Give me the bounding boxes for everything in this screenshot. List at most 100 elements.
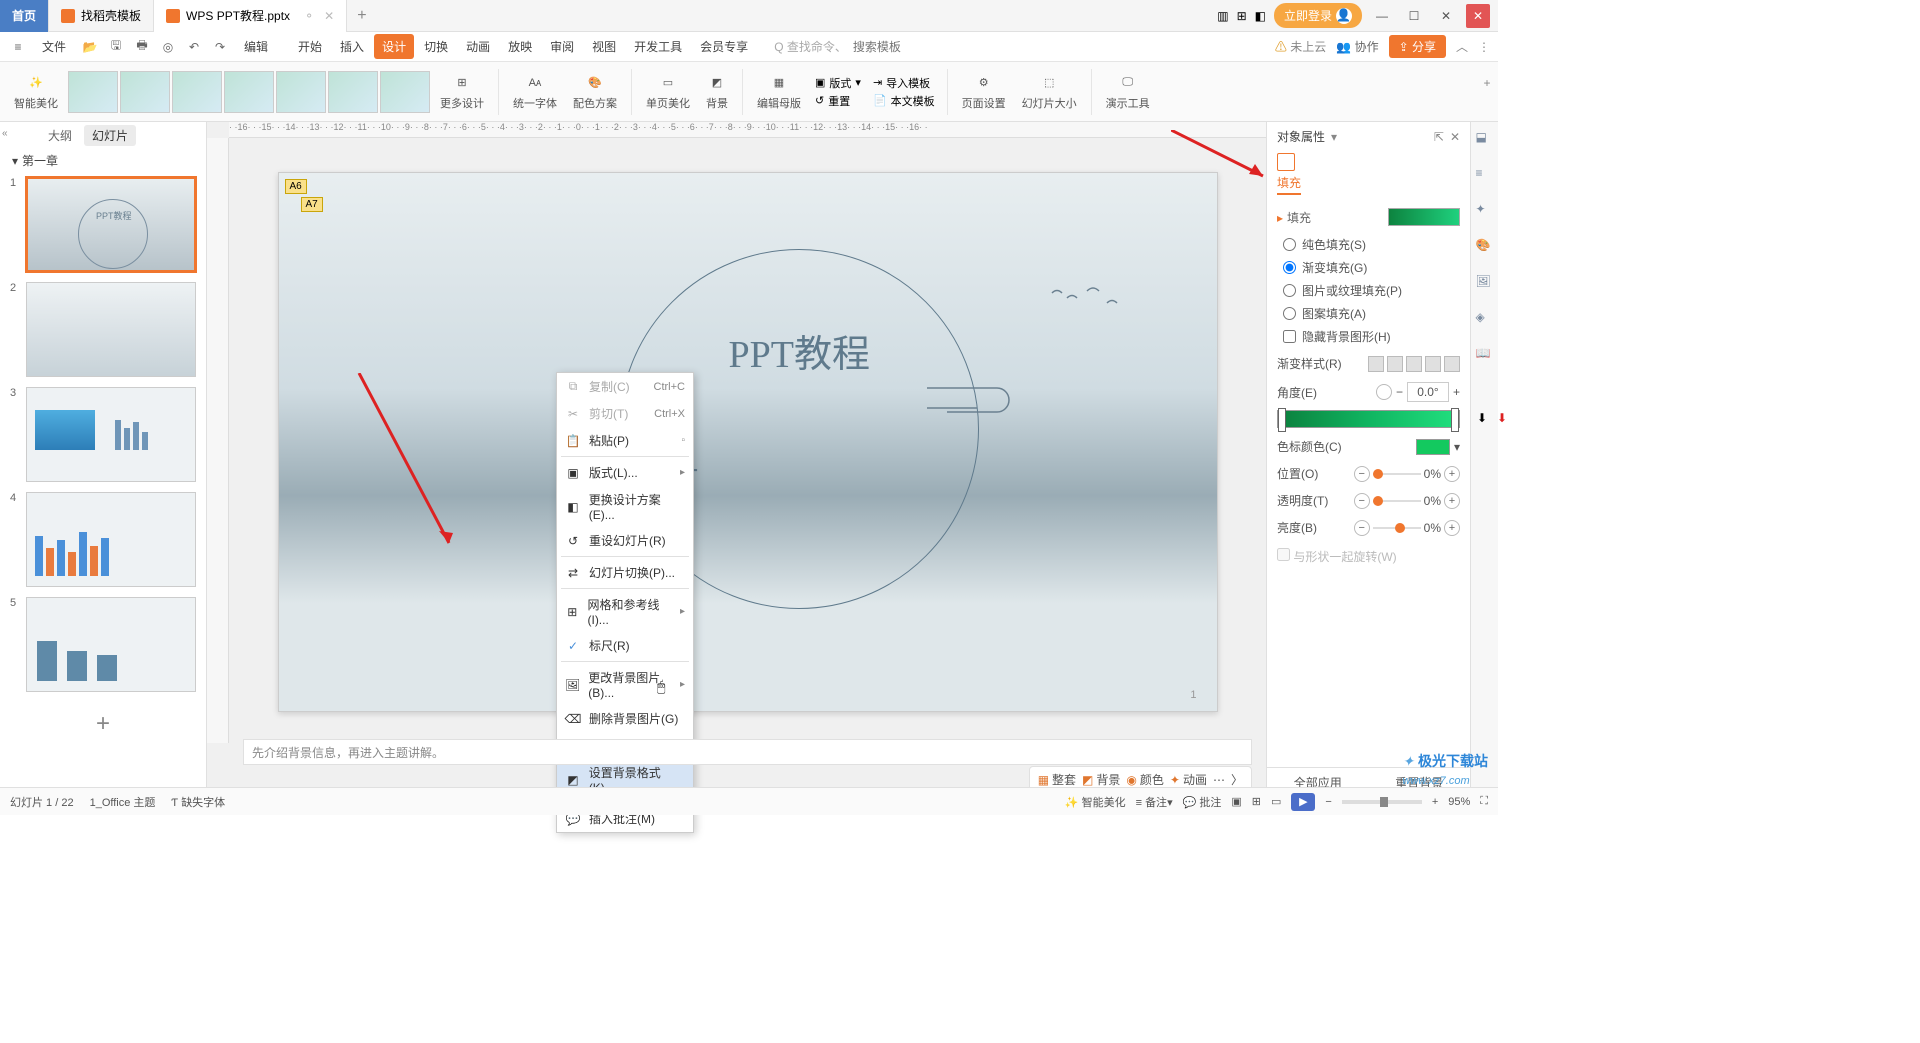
view-normal-icon[interactable]: ▣ xyxy=(1231,795,1241,808)
menu-slideshow[interactable]: 放映 xyxy=(500,34,540,59)
tab-templates[interactable]: 找稻壳模板 xyxy=(49,0,154,32)
radio-solid[interactable]: 纯色填充(S) xyxy=(1283,236,1460,253)
tab-close-icon[interactable]: ✕ xyxy=(324,9,334,23)
tab-more-icon[interactable]: ⚬ xyxy=(304,9,314,23)
tab-home[interactable]: 首页 xyxy=(0,0,49,32)
rib-color[interactable]: 🎨配色方案 xyxy=(567,71,623,113)
color-swatch[interactable] xyxy=(1416,439,1450,455)
share-button[interactable]: ⇪ 分享 xyxy=(1389,35,1446,58)
slide-thumb-1[interactable]: 1PPT教程 xyxy=(10,177,196,272)
rib-reset[interactable]: ↺重置 xyxy=(815,93,861,109)
grid-icon[interactable]: ⊞ xyxy=(1237,9,1247,23)
menu-edit[interactable]: 编辑 xyxy=(236,34,276,59)
radio-gradient[interactable]: 渐变填充(G) xyxy=(1283,259,1460,276)
tb-next[interactable]: 〉 xyxy=(1231,771,1243,788)
angle-plus[interactable]: + xyxy=(1453,385,1460,399)
fit-icon[interactable]: ⛶ xyxy=(1480,795,1488,808)
redo-icon[interactable]: ↷ xyxy=(210,37,230,57)
rib-template[interactable]: 📄本文模板 xyxy=(873,93,935,109)
fill-tab[interactable]: 填充 xyxy=(1277,174,1301,195)
tab-document[interactable]: WPS PPT教程.pptx ⚬ ✕ xyxy=(154,0,347,32)
tb-more[interactable]: ⋯ xyxy=(1213,773,1225,787)
tb-color[interactable]: ◉颜色 xyxy=(1126,771,1164,788)
rib-bg[interactable]: ◩背景 xyxy=(700,71,734,113)
zoom-in[interactable]: + xyxy=(1432,796,1438,808)
menu-icon[interactable]: ◧ xyxy=(1255,9,1266,23)
rib-ai-beautify[interactable]: ✨ 智能美化 xyxy=(8,71,64,113)
zoom-value[interactable]: 95% xyxy=(1448,796,1470,808)
command-search[interactable]: Q 查找命令、 xyxy=(774,38,973,55)
ts-slider-icon[interactable]: ≡ xyxy=(1476,166,1494,184)
missing-font[interactable]: Ƭ 缺失字体 xyxy=(171,794,225,810)
play-button[interactable]: ▶ xyxy=(1291,793,1315,811)
gradient-preview[interactable] xyxy=(1388,208,1460,226)
tb-anim[interactable]: ✦动画 xyxy=(1170,771,1207,788)
app-close-button[interactable]: ✕ xyxy=(1466,4,1490,28)
rib-layout[interactable]: ▣版式▾ xyxy=(815,75,861,91)
ctx-reset-slide[interactable]: ↺重设幻灯片(R) xyxy=(557,527,693,554)
undo-icon[interactable]: ↶ xyxy=(184,37,204,57)
ctx-copy[interactable]: ⧉复制(C)Ctrl+C xyxy=(557,373,693,400)
rib-page-setup[interactable]: ⚙页面设置 xyxy=(956,71,1012,113)
menu-view[interactable]: 视图 xyxy=(584,34,624,59)
check-hide-bg[interactable]: 隐藏背景图形(H) xyxy=(1283,328,1460,345)
rib-slide-size[interactable]: ⬚幻灯片大小 xyxy=(1016,71,1083,113)
search-input[interactable] xyxy=(853,40,973,54)
comment-tag-a6[interactable]: A6 xyxy=(285,179,307,194)
angle-dial[interactable] xyxy=(1376,384,1392,400)
collab-button[interactable]: 👥 协作 xyxy=(1336,38,1378,55)
menu-devtools[interactable]: 开发工具 xyxy=(626,34,690,59)
br-plus[interactable]: + xyxy=(1444,520,1460,536)
zoom-out[interactable]: − xyxy=(1325,796,1331,808)
op-plus[interactable]: + xyxy=(1444,493,1460,509)
sb-ai[interactable]: ✨ 智能美化 xyxy=(1065,794,1126,810)
ts-paint-icon[interactable]: 🎨 xyxy=(1476,238,1494,256)
comment-tag-a7[interactable]: A7 xyxy=(301,197,323,212)
ctx-change-design[interactable]: ◧更换设计方案(E)... xyxy=(557,486,693,527)
pin-icon[interactable]: ⇱ xyxy=(1434,130,1444,144)
rib-page[interactable]: ▭单页美化 xyxy=(640,71,696,113)
zoom-slider[interactable] xyxy=(1342,800,1422,804)
ctx-cut[interactable]: ✂剪切(T)Ctrl+X xyxy=(557,400,693,427)
cloud-status[interactable]: ⚠ 未上云 xyxy=(1275,38,1326,55)
minimize-button[interactable]: — xyxy=(1370,4,1394,28)
ts-ai-icon[interactable]: ✦ xyxy=(1476,202,1494,220)
ctx-paste[interactable]: 📋粘贴(P)▫ xyxy=(557,427,693,454)
ribbon-menu[interactable]: ⋮ xyxy=(1478,40,1490,54)
template-thumbnails[interactable] xyxy=(68,71,430,113)
sb-comments[interactable]: 💬 批注 xyxy=(1183,794,1222,810)
ctx-change-bg[interactable]: 🖼更改背景图片(B)...▸ xyxy=(557,664,693,705)
slides-tab[interactable]: 幻灯片 xyxy=(84,125,136,146)
slide-thumb-3[interactable]: 3 xyxy=(10,387,196,482)
menu-design[interactable]: 设计 xyxy=(374,34,414,59)
rib-more-design[interactable]: ⊞ 更多设计 xyxy=(434,71,490,113)
ribbon-add-button[interactable]: + xyxy=(1478,74,1496,92)
menu-vip[interactable]: 会员专享 xyxy=(692,34,756,59)
check-rotate[interactable]: 与形状一起旋转(W) xyxy=(1277,550,1397,564)
br-minus[interactable]: − xyxy=(1354,520,1370,536)
menu-transition[interactable]: 切换 xyxy=(416,34,456,59)
slide-title[interactable]: PPT教程 xyxy=(729,323,870,378)
radio-picture[interactable]: 图片或纹理填充(P) xyxy=(1283,282,1460,299)
slide-canvas[interactable]: A6 A7 PPT教程 •PPT 1 xyxy=(278,172,1218,712)
menu-insert[interactable]: 插入 xyxy=(332,34,372,59)
add-stop-icon[interactable]: ⬇ xyxy=(1477,411,1487,425)
ribbon-collapse[interactable]: ︿ xyxy=(1456,38,1468,55)
angle-minus[interactable]: − xyxy=(1396,385,1403,399)
radio-pattern[interactable]: 图案填充(A) xyxy=(1283,305,1460,322)
ts-shape-icon[interactable]: ◈ xyxy=(1476,310,1494,328)
ctx-grid[interactable]: ⊞网格和参考线(I)...▸ xyxy=(557,591,693,632)
sect-fill-title[interactable]: 填充 xyxy=(1287,209,1311,226)
menu-review[interactable]: 审阅 xyxy=(542,34,582,59)
gradient-style-tiles[interactable] xyxy=(1368,356,1460,372)
rib-tools[interactable]: 🖵演示工具 xyxy=(1100,71,1156,113)
menu-animation[interactable]: 动画 xyxy=(458,34,498,59)
rib-font[interactable]: Aᴀ统一字体 xyxy=(507,71,563,113)
angle-input[interactable]: 0.0° xyxy=(1407,382,1449,402)
rib-master[interactable]: ▦编辑母版 xyxy=(751,71,807,113)
ctx-layout[interactable]: ▣版式(L)...▸ xyxy=(557,459,693,486)
login-button[interactable]: 立即登录 👤 xyxy=(1274,3,1362,28)
slide-thumb-2[interactable]: 2 xyxy=(10,282,196,377)
sb-notes[interactable]: ≡ 备注▾ xyxy=(1136,794,1173,810)
remove-stop-icon[interactable]: ⬇ xyxy=(1497,411,1507,425)
